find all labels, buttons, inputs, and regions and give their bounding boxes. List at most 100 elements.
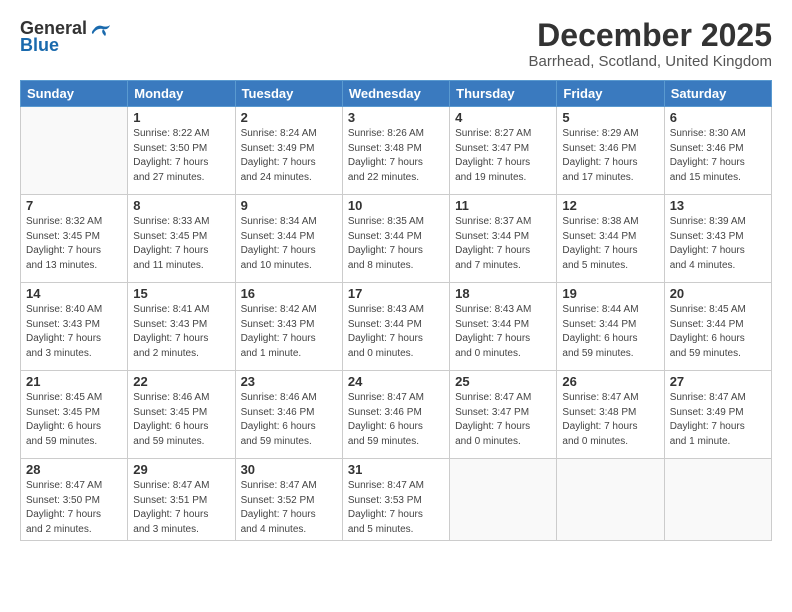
table-row: 13 Sunrise: 8:39 AMSunset: 3:43 PMDayligh… <box>664 195 771 283</box>
table-row: 23 Sunrise: 8:46 AMSunset: 3:46 PMDayligh… <box>235 371 342 459</box>
day-number: 13 <box>670 198 766 213</box>
day-number: 4 <box>455 110 551 125</box>
cell-content: Sunrise: 8:22 AMSunset: 3:50 PMDaylight:… <box>133 127 229 185</box>
day-number: 29 <box>133 462 229 477</box>
day-number: 1 <box>133 110 229 125</box>
table-row: 6 Sunrise: 8:30 AMSunset: 3:46 PMDaylight… <box>664 107 771 195</box>
header-thursday: Thursday <box>450 81 557 107</box>
table-row: 1 Sunrise: 8:22 AMSunset: 3:50 PMDaylight… <box>128 107 235 195</box>
table-row: 4 Sunrise: 8:27 AMSunset: 3:47 PMDaylight… <box>450 107 557 195</box>
day-number: 18 <box>455 286 551 301</box>
table-row: 30Sunrise: 8:47 AMSunset: 3:52 PMDayligh… <box>235 459 342 541</box>
table-row: 18 Sunrise: 8:43 AMSunset: 3:44 PMDayligh… <box>450 283 557 371</box>
cell-content: Sunrise: 8:47 AMSunset: 3:49 PMDaylight:… <box>670 391 766 449</box>
day-number: 21 <box>26 374 122 389</box>
header-tuesday: Tuesday <box>235 81 342 107</box>
day-number: 19 <box>562 286 658 301</box>
table-row: 5 Sunrise: 8:29 AMSunset: 3:46 PMDaylight… <box>557 107 664 195</box>
cell-content: Sunrise: 8:47 AMSunset: 3:51 PMDaylight:… <box>133 479 229 537</box>
day-number: 9 <box>241 198 337 213</box>
day-number: 22 <box>133 374 229 389</box>
table-row <box>21 107 128 195</box>
table-row: 27 Sunrise: 8:47 AMSunset: 3:49 PMDayligh… <box>664 371 771 459</box>
table-row: 8 Sunrise: 8:33 AMSunset: 3:45 PMDaylight… <box>128 195 235 283</box>
table-row: 22 Sunrise: 8:46 AMSunset: 3:45 PMDayligh… <box>128 371 235 459</box>
cell-content: Sunrise: 8:40 AMSunset: 3:43 PMDaylight:… <box>26 303 122 361</box>
header-friday: Friday <box>557 81 664 107</box>
cell-content: Sunrise: 8:33 AMSunset: 3:45 PMDaylight:… <box>133 215 229 273</box>
cell-content: Sunrise: 8:46 AMSunset: 3:45 PMDaylight:… <box>133 391 229 449</box>
day-number: 8 <box>133 198 229 213</box>
month-title: December 2025 <box>529 18 772 53</box>
cell-content: Sunrise: 8:45 AMSunset: 3:45 PMDaylight:… <box>26 391 122 449</box>
header-saturday: Saturday <box>664 81 771 107</box>
cell-content: Sunrise: 8:46 AMSunset: 3:46 PMDaylight:… <box>241 391 337 449</box>
title-block: December 2025 Barrhead, Scotland, United… <box>529 18 772 70</box>
cell-content: Sunrise: 8:47 AMSunset: 3:47 PMDaylight:… <box>455 391 551 449</box>
calendar-header-row: Sunday Monday Tuesday Wednesday Thursday… <box>21 81 772 107</box>
cell-content: Sunrise: 8:24 AMSunset: 3:49 PMDaylight:… <box>241 127 337 185</box>
table-row: 26 Sunrise: 8:47 AMSunset: 3:48 PMDayligh… <box>557 371 664 459</box>
day-number: 31 <box>348 462 444 477</box>
table-row: 7 Sunrise: 8:32 AMSunset: 3:45 PMDaylight… <box>21 195 128 283</box>
day-number: 10 <box>348 198 444 213</box>
day-number: 23 <box>241 374 337 389</box>
logo-blue: Blue <box>20 35 59 56</box>
header: General Blue December 2025 Barrhead, Sco… <box>20 18 772 70</box>
table-row <box>557 459 664 541</box>
day-number: 15 <box>133 286 229 301</box>
day-number: 17 <box>348 286 444 301</box>
table-row: 9 Sunrise: 8:34 AMSunset: 3:44 PMDaylight… <box>235 195 342 283</box>
day-number: 5 <box>562 110 658 125</box>
table-row: 31Sunrise: 8:47 AMSunset: 3:53 PMDayligh… <box>342 459 449 541</box>
day-number: 20 <box>670 286 766 301</box>
day-number: 28 <box>26 462 122 477</box>
cell-content: Sunrise: 8:34 AMSunset: 3:44 PMDaylight:… <box>241 215 337 273</box>
table-row: 16 Sunrise: 8:42 AMSunset: 3:43 PMDayligh… <box>235 283 342 371</box>
logo: General Blue <box>20 18 111 56</box>
day-number: 14 <box>26 286 122 301</box>
cell-content: Sunrise: 8:44 AMSunset: 3:44 PMDaylight:… <box>562 303 658 361</box>
table-row: 10 Sunrise: 8:35 AMSunset: 3:44 PMDayligh… <box>342 195 449 283</box>
table-row: 28 Sunrise: 8:47 AMSunset: 3:50 PMDayligh… <box>21 459 128 541</box>
cell-content: Sunrise: 8:47 AMSunset: 3:48 PMDaylight:… <box>562 391 658 449</box>
table-row: 25Sunrise: 8:47 AMSunset: 3:47 PMDayligh… <box>450 371 557 459</box>
location: Barrhead, Scotland, United Kingdom <box>529 53 772 70</box>
cell-content: Sunrise: 8:27 AMSunset: 3:47 PMDaylight:… <box>455 127 551 185</box>
cell-content: Sunrise: 8:37 AMSunset: 3:44 PMDaylight:… <box>455 215 551 273</box>
cell-content: Sunrise: 8:39 AMSunset: 3:43 PMDaylight:… <box>670 215 766 273</box>
table-row: 21 Sunrise: 8:45 AMSunset: 3:45 PMDayligh… <box>21 371 128 459</box>
day-number: 27 <box>670 374 766 389</box>
cell-content: Sunrise: 8:45 AMSunset: 3:44 PMDaylight:… <box>670 303 766 361</box>
cell-content: Sunrise: 8:47 AMSunset: 3:50 PMDaylight:… <box>26 479 122 537</box>
cell-content: Sunrise: 8:42 AMSunset: 3:43 PMDaylight:… <box>241 303 337 361</box>
cell-content: Sunrise: 8:30 AMSunset: 3:46 PMDaylight:… <box>670 127 766 185</box>
day-number: 7 <box>26 198 122 213</box>
table-row: 20 Sunrise: 8:45 AMSunset: 3:44 PMDayligh… <box>664 283 771 371</box>
table-row: 3 Sunrise: 8:26 AMSunset: 3:48 PMDaylight… <box>342 107 449 195</box>
day-number: 16 <box>241 286 337 301</box>
day-number: 6 <box>670 110 766 125</box>
cell-content: Sunrise: 8:43 AMSunset: 3:44 PMDaylight:… <box>455 303 551 361</box>
table-row: 12 Sunrise: 8:38 AMSunset: 3:44 PMDayligh… <box>557 195 664 283</box>
table-row: 19 Sunrise: 8:44 AMSunset: 3:44 PMDayligh… <box>557 283 664 371</box>
cell-content: Sunrise: 8:29 AMSunset: 3:46 PMDaylight:… <box>562 127 658 185</box>
day-number: 26 <box>562 374 658 389</box>
cell-content: Sunrise: 8:38 AMSunset: 3:44 PMDaylight:… <box>562 215 658 273</box>
table-row: 29 Sunrise: 8:47 AMSunset: 3:51 PMDayligh… <box>128 459 235 541</box>
day-number: 30 <box>241 462 337 477</box>
day-number: 3 <box>348 110 444 125</box>
header-wednesday: Wednesday <box>342 81 449 107</box>
table-row: 11Sunrise: 8:37 AMSunset: 3:44 PMDayligh… <box>450 195 557 283</box>
cell-content: Sunrise: 8:47 AMSunset: 3:46 PMDaylight:… <box>348 391 444 449</box>
table-row: 17Sunrise: 8:43 AMSunset: 3:44 PMDayligh… <box>342 283 449 371</box>
day-number: 12 <box>562 198 658 213</box>
page: General Blue December 2025 Barrhead, Sco… <box>0 0 792 612</box>
table-row <box>450 459 557 541</box>
cell-content: Sunrise: 8:32 AMSunset: 3:45 PMDaylight:… <box>26 215 122 273</box>
cell-content: Sunrise: 8:35 AMSunset: 3:44 PMDaylight:… <box>348 215 444 273</box>
table-row: 15 Sunrise: 8:41 AMSunset: 3:43 PMDayligh… <box>128 283 235 371</box>
cell-content: Sunrise: 8:41 AMSunset: 3:43 PMDaylight:… <box>133 303 229 361</box>
cell-content: Sunrise: 8:26 AMSunset: 3:48 PMDaylight:… <box>348 127 444 185</box>
table-row: 2Sunrise: 8:24 AMSunset: 3:49 PMDaylight… <box>235 107 342 195</box>
